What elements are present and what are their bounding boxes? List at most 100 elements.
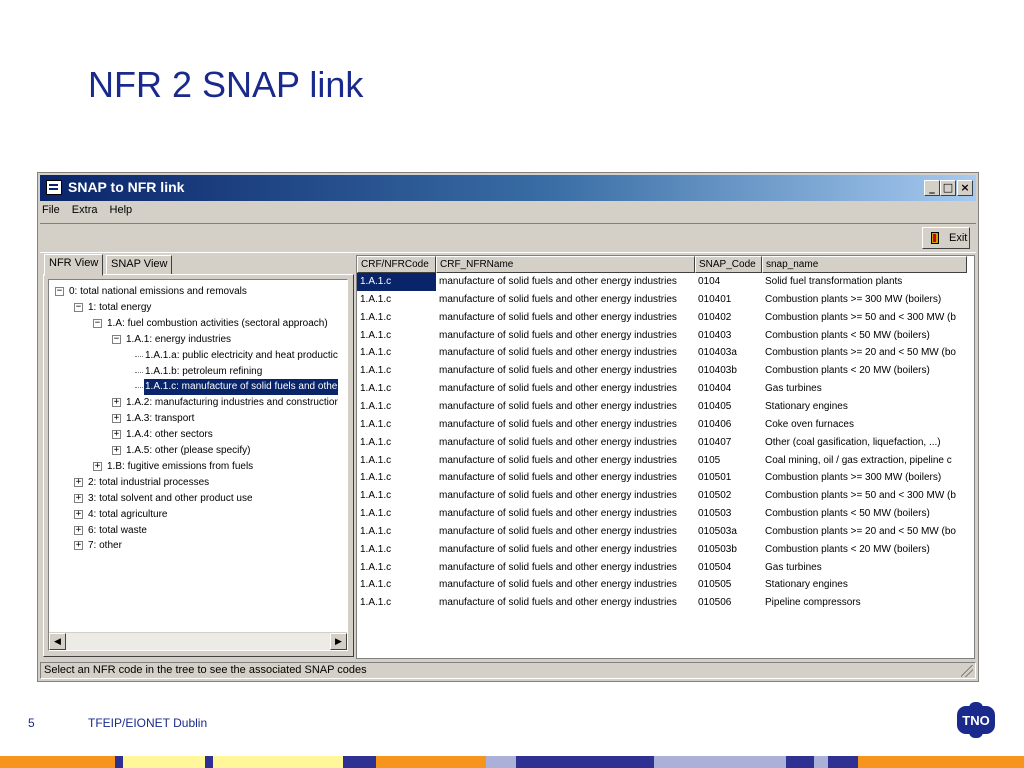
- cell-snap-name[interactable]: Combustion plants < 50 MW (boilers): [762, 327, 974, 345]
- cell-crf-name[interactable]: manufacture of solid fuels and other ene…: [436, 505, 695, 523]
- cell-crf-code[interactable]: 1.A.1.c: [357, 487, 436, 505]
- cell-snap-code[interactable]: 010503a: [695, 523, 762, 541]
- scroll-right-icon[interactable]: ▶: [330, 633, 347, 650]
- scroll-left-icon[interactable]: ◀: [49, 633, 66, 650]
- nfr-tree[interactable]: −0: total national emissions and removal…: [48, 279, 348, 651]
- table-row[interactable]: 1.A.1.c manufacture of solid fuels and ot…: [357, 505, 974, 523]
- exit-button[interactable]: Exit: [922, 227, 970, 249]
- cell-crf-code[interactable]: 1.A.1.c: [357, 523, 436, 541]
- tab-snap-view[interactable]: SNAP View: [106, 255, 173, 275]
- cell-snap-name[interactable]: Gas turbines: [762, 559, 974, 577]
- cell-snap-code[interactable]: 010404: [695, 380, 762, 398]
- minimize-button[interactable]: _: [924, 180, 940, 196]
- cell-snap-code[interactable]: 010403: [695, 327, 762, 345]
- cell-crf-name[interactable]: manufacture of solid fuels and other ene…: [436, 594, 695, 612]
- cell-crf-name[interactable]: manufacture of solid fuels and other ene…: [436, 362, 695, 380]
- menu-extra[interactable]: Extra: [72, 204, 98, 216]
- cell-crf-code[interactable]: 1.A.1.c: [357, 541, 436, 559]
- expand-icon[interactable]: +: [93, 461, 102, 471]
- cell-snap-name[interactable]: Combustion plants < 20 MW (boilers): [762, 362, 974, 380]
- close-button[interactable]: ×: [957, 180, 973, 196]
- cell-snap-name[interactable]: Stationary engines: [762, 576, 974, 594]
- cell-crf-name[interactable]: manufacture of solid fuels and other ene…: [436, 327, 695, 345]
- menu-help[interactable]: Help: [110, 204, 133, 216]
- cell-crf-name[interactable]: manufacture of solid fuels and other ene…: [436, 398, 695, 416]
- cell-snap-code[interactable]: 010506: [695, 594, 762, 612]
- cell-snap-code[interactable]: 010503: [695, 505, 762, 523]
- cell-crf-code[interactable]: 1.A.1.c: [357, 398, 436, 416]
- table-row[interactable]: 1.A.1.c manufacture of solid fuels and ot…: [357, 523, 974, 541]
- cell-crf-name[interactable]: manufacture of solid fuels and other ene…: [436, 309, 695, 327]
- cell-snap-name[interactable]: Coke oven furnaces: [762, 416, 974, 434]
- cell-crf-name[interactable]: manufacture of solid fuels and other ene…: [436, 416, 695, 434]
- cell-crf-name[interactable]: manufacture of solid fuels and other ene…: [436, 541, 695, 559]
- cell-crf-name[interactable]: manufacture of solid fuels and other ene…: [436, 487, 695, 505]
- cell-snap-code[interactable]: 010502: [695, 487, 762, 505]
- cell-snap-code[interactable]: 010505: [695, 576, 762, 594]
- expand-icon[interactable]: +: [112, 446, 121, 455]
- cell-snap-name[interactable]: Combustion plants < 50 MW (boilers): [762, 505, 974, 523]
- column-header-crf-code[interactable]: CRF/NFRCode: [357, 256, 436, 273]
- menu-file[interactable]: File: [42, 204, 60, 216]
- expand-icon[interactable]: +: [74, 477, 83, 487]
- cell-snap-code[interactable]: 010402: [695, 309, 762, 327]
- title-bar[interactable]: SNAP to NFR link _ □ ×: [40, 175, 976, 201]
- table-row[interactable]: 1.A.1.c manufacture of solid fuels and ot…: [357, 594, 974, 612]
- cell-crf-name[interactable]: manufacture of solid fuels and other ene…: [436, 559, 695, 577]
- collapse-icon[interactable]: −: [74, 302, 83, 312]
- cell-snap-name[interactable]: Coal mining, oil / gas extraction, pipel…: [762, 452, 974, 470]
- cell-snap-code[interactable]: 0105: [695, 452, 762, 470]
- column-header-snap-name[interactable]: snap_name: [762, 256, 967, 273]
- cell-crf-name[interactable]: manufacture of solid fuels and other ene…: [436, 273, 695, 291]
- cell-snap-name[interactable]: Stationary engines: [762, 398, 974, 416]
- cell-snap-name[interactable]: Combustion plants < 20 MW (boilers): [762, 541, 974, 559]
- table-row[interactable]: 1.A.1.c manufacture of solid fuels and ot…: [357, 273, 974, 291]
- cell-crf-name[interactable]: manufacture of solid fuels and other ene…: [436, 452, 695, 470]
- cell-snap-code[interactable]: 010503b: [695, 541, 762, 559]
- cell-crf-code[interactable]: 1.A.1.c: [357, 327, 436, 345]
- collapse-icon[interactable]: −: [55, 287, 64, 296]
- cell-crf-code[interactable]: 1.A.1.c: [357, 344, 436, 362]
- table-row[interactable]: 1.A.1.c manufacture of solid fuels and ot…: [357, 344, 974, 362]
- expand-icon[interactable]: +: [112, 414, 121, 424]
- tab-nfr-view[interactable]: NFR View: [44, 254, 104, 276]
- table-row[interactable]: 1.A.1.c manufacture of solid fuels and ot…: [357, 309, 974, 327]
- cell-crf-name[interactable]: manufacture of solid fuels and other ene…: [436, 576, 695, 594]
- table-row[interactable]: 1.A.1.c manufacture of solid fuels and ot…: [357, 398, 974, 416]
- cell-crf-code[interactable]: 1.A.1.c: [357, 416, 436, 434]
- expand-icon[interactable]: +: [112, 430, 121, 440]
- cell-crf-code[interactable]: 1.A.1.c: [357, 452, 436, 470]
- cell-snap-name[interactable]: Combustion plants >= 20 and < 50 MW (bo: [762, 344, 974, 362]
- cell-snap-code[interactable]: 010401: [695, 291, 762, 309]
- cell-crf-name[interactable]: manufacture of solid fuels and other ene…: [436, 344, 695, 362]
- cell-crf-name[interactable]: manufacture of solid fuels and other ene…: [436, 291, 695, 309]
- expand-icon[interactable]: +: [74, 509, 83, 519]
- table-row[interactable]: 1.A.1.c manufacture of solid fuels and ot…: [357, 362, 974, 380]
- cell-snap-name[interactable]: Combustion plants >= 50 and < 300 MW (b: [762, 487, 974, 505]
- table-row[interactable]: 1.A.1.c manufacture of solid fuels and ot…: [357, 416, 974, 434]
- table-row[interactable]: 1.A.1.c manufacture of solid fuels and ot…: [357, 541, 974, 559]
- expand-icon[interactable]: +: [74, 493, 83, 503]
- cell-snap-name[interactable]: Pipeline compressors: [762, 594, 974, 612]
- column-header-crf-name[interactable]: CRF_NFRName: [436, 256, 695, 273]
- cell-snap-name[interactable]: Solid fuel transformation plants: [762, 273, 974, 291]
- cell-crf-name[interactable]: manufacture of solid fuels and other ene…: [436, 469, 695, 487]
- horizontal-scrollbar[interactable]: ◀ ▶: [49, 632, 347, 650]
- cell-crf-name[interactable]: manufacture of solid fuels and other ene…: [436, 523, 695, 541]
- cell-crf-code[interactable]: 1.A.1.c: [357, 559, 436, 577]
- cell-crf-code[interactable]: 1.A.1.c: [357, 273, 436, 291]
- table-row[interactable]: 1.A.1.c manufacture of solid fuels and ot…: [357, 487, 974, 505]
- cell-crf-code[interactable]: 1.A.1.c: [357, 291, 436, 309]
- table-row[interactable]: 1.A.1.c manufacture of solid fuels and ot…: [357, 452, 974, 470]
- cell-crf-name[interactable]: manufacture of solid fuels and other ene…: [436, 380, 695, 398]
- cell-crf-code[interactable]: 1.A.1.c: [357, 309, 436, 327]
- table-row[interactable]: 1.A.1.c manufacture of solid fuels and ot…: [357, 380, 974, 398]
- cell-snap-code[interactable]: 010406: [695, 416, 762, 434]
- maximize-button[interactable]: □: [940, 180, 956, 196]
- cell-snap-code[interactable]: 010403b: [695, 362, 762, 380]
- cell-snap-code[interactable]: 0104: [695, 273, 762, 291]
- cell-crf-code[interactable]: 1.A.1.c: [357, 434, 436, 452]
- expand-icon[interactable]: +: [74, 541, 83, 551]
- table-row[interactable]: 1.A.1.c manufacture of solid fuels and ot…: [357, 469, 974, 487]
- cell-crf-name[interactable]: manufacture of solid fuels and other ene…: [436, 434, 695, 452]
